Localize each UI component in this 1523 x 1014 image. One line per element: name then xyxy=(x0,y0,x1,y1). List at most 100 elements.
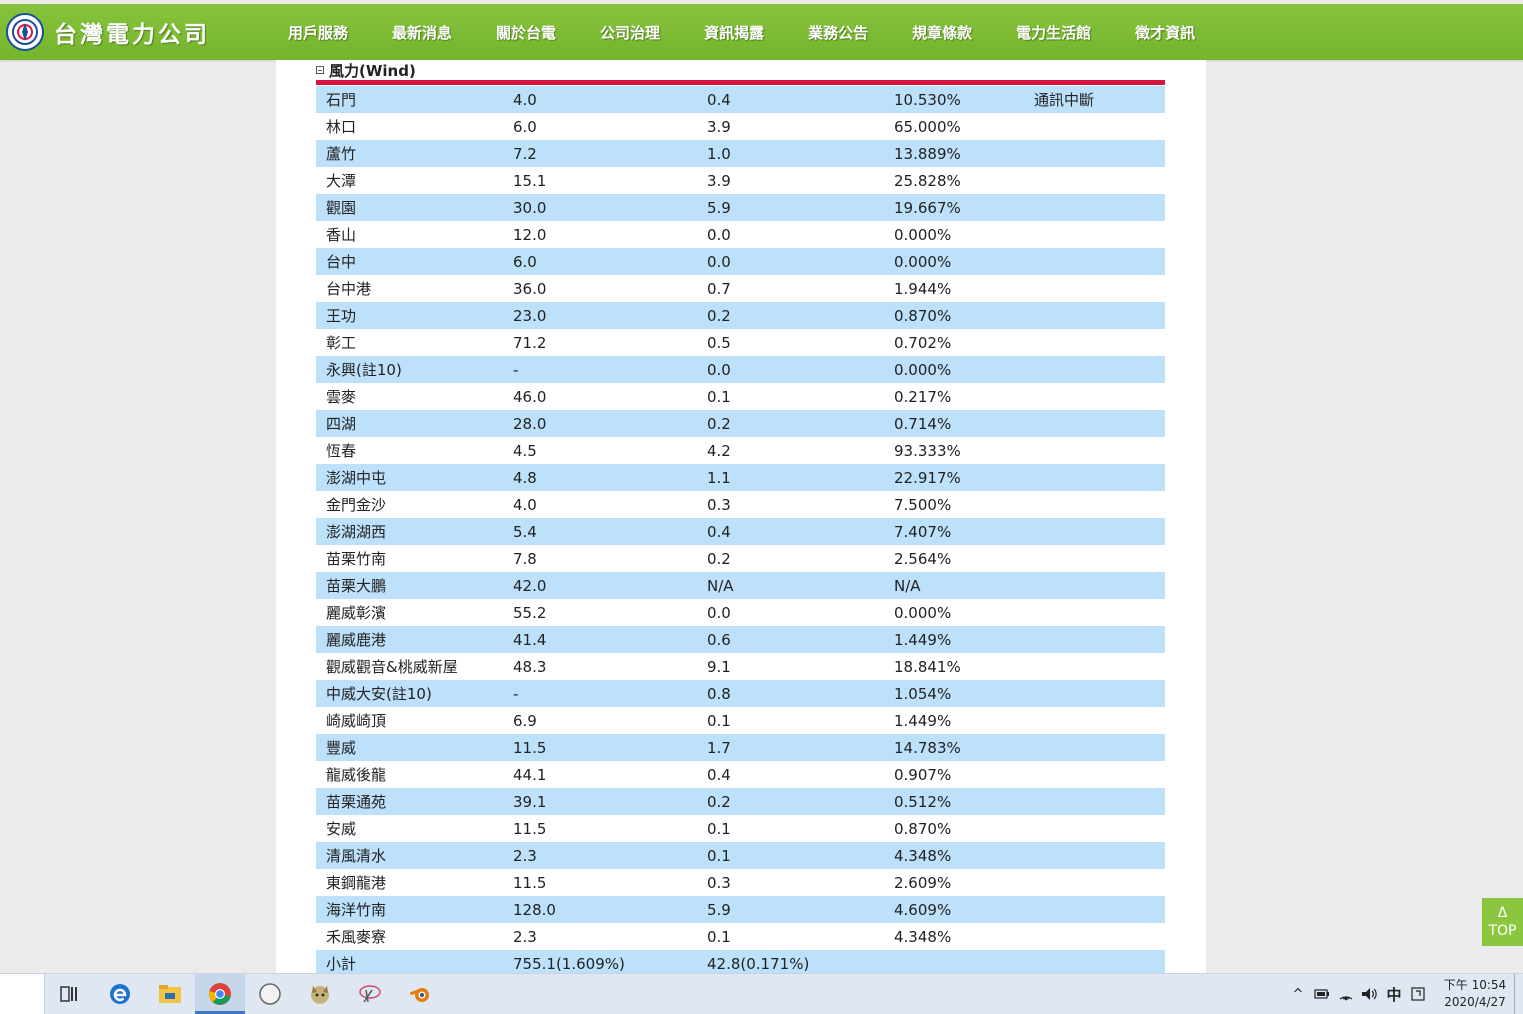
generation-value: N/A xyxy=(707,572,894,599)
edge-icon[interactable] xyxy=(95,974,145,1014)
station-name: 中威大安(註10) xyxy=(316,680,513,707)
tray-chevron-up-icon[interactable]: ^ xyxy=(1286,974,1310,1014)
station-name: 永興(註10) xyxy=(316,356,513,383)
generation-value: 3.9 xyxy=(707,113,894,140)
capacity-value: 42.0 xyxy=(513,572,707,599)
station-name: 王功 xyxy=(316,302,513,329)
remark xyxy=(1034,302,1165,329)
file-explorer-icon[interactable] xyxy=(145,974,195,1014)
compass-icon[interactable] xyxy=(245,974,295,1014)
remark xyxy=(1034,923,1165,950)
table-row: 麗威鹿港 41.4 0.6 1.449% xyxy=(316,626,1165,653)
top-label: TOP xyxy=(1488,923,1517,939)
table-row: 崎威崎頂 6.9 0.1 1.449% xyxy=(316,707,1165,734)
capacity-value: 4.0 xyxy=(513,86,707,113)
collapse-icon[interactable] xyxy=(316,66,324,74)
nav-governance[interactable]: 公司治理 xyxy=(578,4,682,60)
remark xyxy=(1034,815,1165,842)
nav-news[interactable]: 最新消息 xyxy=(370,4,474,60)
wind-section-header[interactable]: 風力(Wind) xyxy=(316,60,416,80)
wifi-icon[interactable] xyxy=(1334,974,1358,1014)
task-view-icon[interactable] xyxy=(45,974,95,1014)
generation-value: 9.1 xyxy=(707,653,894,680)
capacity-value: 4.0 xyxy=(513,491,707,518)
table-row: 禾風麥寮 2.3 0.1 4.348% xyxy=(316,923,1165,950)
clock-time: 下午 10:54 xyxy=(1443,978,1507,992)
nav-regulations[interactable]: 規章條款 xyxy=(890,4,994,60)
capacity-value: 30.0 xyxy=(513,194,707,221)
station-name: 澎湖中屯 xyxy=(316,464,513,491)
table-row: 香山 12.0 0.0 0.000% xyxy=(316,221,1165,248)
top-nav-bar: 台灣電力公司 用戶服務 最新消息 關於台電 公司治理 資訊揭露 業務公告 規章條… xyxy=(0,4,1523,70)
capacity-value: 15.1 xyxy=(513,167,707,194)
utilization-rate: 2.564% xyxy=(894,545,1034,572)
utilization-rate: 4.348% xyxy=(894,923,1034,950)
utilization-rate: N/A xyxy=(894,572,1034,599)
utilization-rate: 4.609% xyxy=(894,896,1034,923)
nav-announcements[interactable]: 業務公告 xyxy=(786,4,890,60)
ime-mode-icon[interactable] xyxy=(1406,974,1430,1014)
nav-recruitment[interactable]: 徵才資訊 xyxy=(1113,4,1217,60)
station-name: 龍威後龍 xyxy=(316,761,513,788)
scissors-app-icon[interactable] xyxy=(345,974,395,1014)
ime-indicator[interactable]: 中 xyxy=(1382,974,1406,1014)
nav-power-life[interactable]: 電力生活館 xyxy=(994,4,1113,60)
remark xyxy=(1034,383,1165,410)
fox-app-icon[interactable] xyxy=(295,974,345,1014)
utilization-rate: 0.870% xyxy=(894,302,1034,329)
utilization-rate: 22.917% xyxy=(894,464,1034,491)
remark xyxy=(1034,788,1165,815)
utilization-rate: 10.530% xyxy=(894,86,1034,113)
up-arrow-icon: Δ xyxy=(1497,905,1508,921)
capacity-value: 5.4 xyxy=(513,518,707,545)
table-row: 蘆竹 7.2 1.0 13.889% xyxy=(316,140,1165,167)
remark xyxy=(1034,869,1165,896)
utilization-rate: 0.870% xyxy=(894,815,1034,842)
capacity-value: 6.9 xyxy=(513,707,707,734)
remark xyxy=(1034,761,1165,788)
utilization-rate: 4.348% xyxy=(894,842,1034,869)
volume-icon[interactable] xyxy=(1358,974,1382,1014)
remark xyxy=(1034,464,1165,491)
taipower-emblem-icon xyxy=(6,13,44,51)
taipower-logo[interactable]: 台灣電力公司 xyxy=(6,13,246,51)
generation-value: 0.2 xyxy=(707,302,894,329)
remark xyxy=(1034,545,1165,572)
station-name: 麗威彰濱 xyxy=(316,599,513,626)
blender-icon[interactable] xyxy=(395,974,445,1014)
generation-value: 0.1 xyxy=(707,842,894,869)
table-row: 麗威彰濱 55.2 0.0 0.000% xyxy=(316,599,1165,626)
utilization-rate: 1.944% xyxy=(894,275,1034,302)
generation-value: 1.1 xyxy=(707,464,894,491)
generation-value: 0.3 xyxy=(707,869,894,896)
generation-value: 0.2 xyxy=(707,545,894,572)
utilization-rate: 0.702% xyxy=(894,329,1034,356)
generation-value: 0.0 xyxy=(707,599,894,626)
station-name: 石門 xyxy=(316,86,513,113)
capacity-value: 36.0 xyxy=(513,275,707,302)
nav-disclosure[interactable]: 資訊揭露 xyxy=(682,4,786,70)
chrome-icon[interactable] xyxy=(195,974,245,1014)
capacity-value: 6.0 xyxy=(513,113,707,140)
utilization-rate: 0.000% xyxy=(894,221,1034,248)
back-to-top-button[interactable]: Δ TOP xyxy=(1482,898,1523,946)
utilization-rate: 13.889% xyxy=(894,140,1034,167)
capacity-value: 55.2 xyxy=(513,599,707,626)
table-row: 雲麥 46.0 0.1 0.217% xyxy=(316,383,1165,410)
taskbar-clock[interactable]: 下午 10:54 2020/4/27 xyxy=(1436,977,1514,1011)
remark xyxy=(1034,680,1165,707)
table-row: 澎湖湖西 5.4 0.4 7.407% xyxy=(316,518,1165,545)
utilization-rate: 93.333% xyxy=(894,437,1034,464)
generation-value: 1.0 xyxy=(707,140,894,167)
station-name: 觀園 xyxy=(316,194,513,221)
battery-icon[interactable] xyxy=(1310,974,1334,1014)
station-name: 雲麥 xyxy=(316,383,513,410)
capacity-value: 44.1 xyxy=(513,761,707,788)
nav-customer-service[interactable]: 用戶服務 xyxy=(266,4,370,60)
remark xyxy=(1034,842,1165,869)
show-desktop-button[interactable] xyxy=(1514,974,1523,1014)
remark xyxy=(1034,491,1165,518)
nav-about[interactable]: 關於台電 xyxy=(474,4,578,60)
table-row: 苗栗大鵬 42.0 N/A N/A xyxy=(316,572,1165,599)
taskbar-search-box[interactable] xyxy=(0,974,45,1014)
